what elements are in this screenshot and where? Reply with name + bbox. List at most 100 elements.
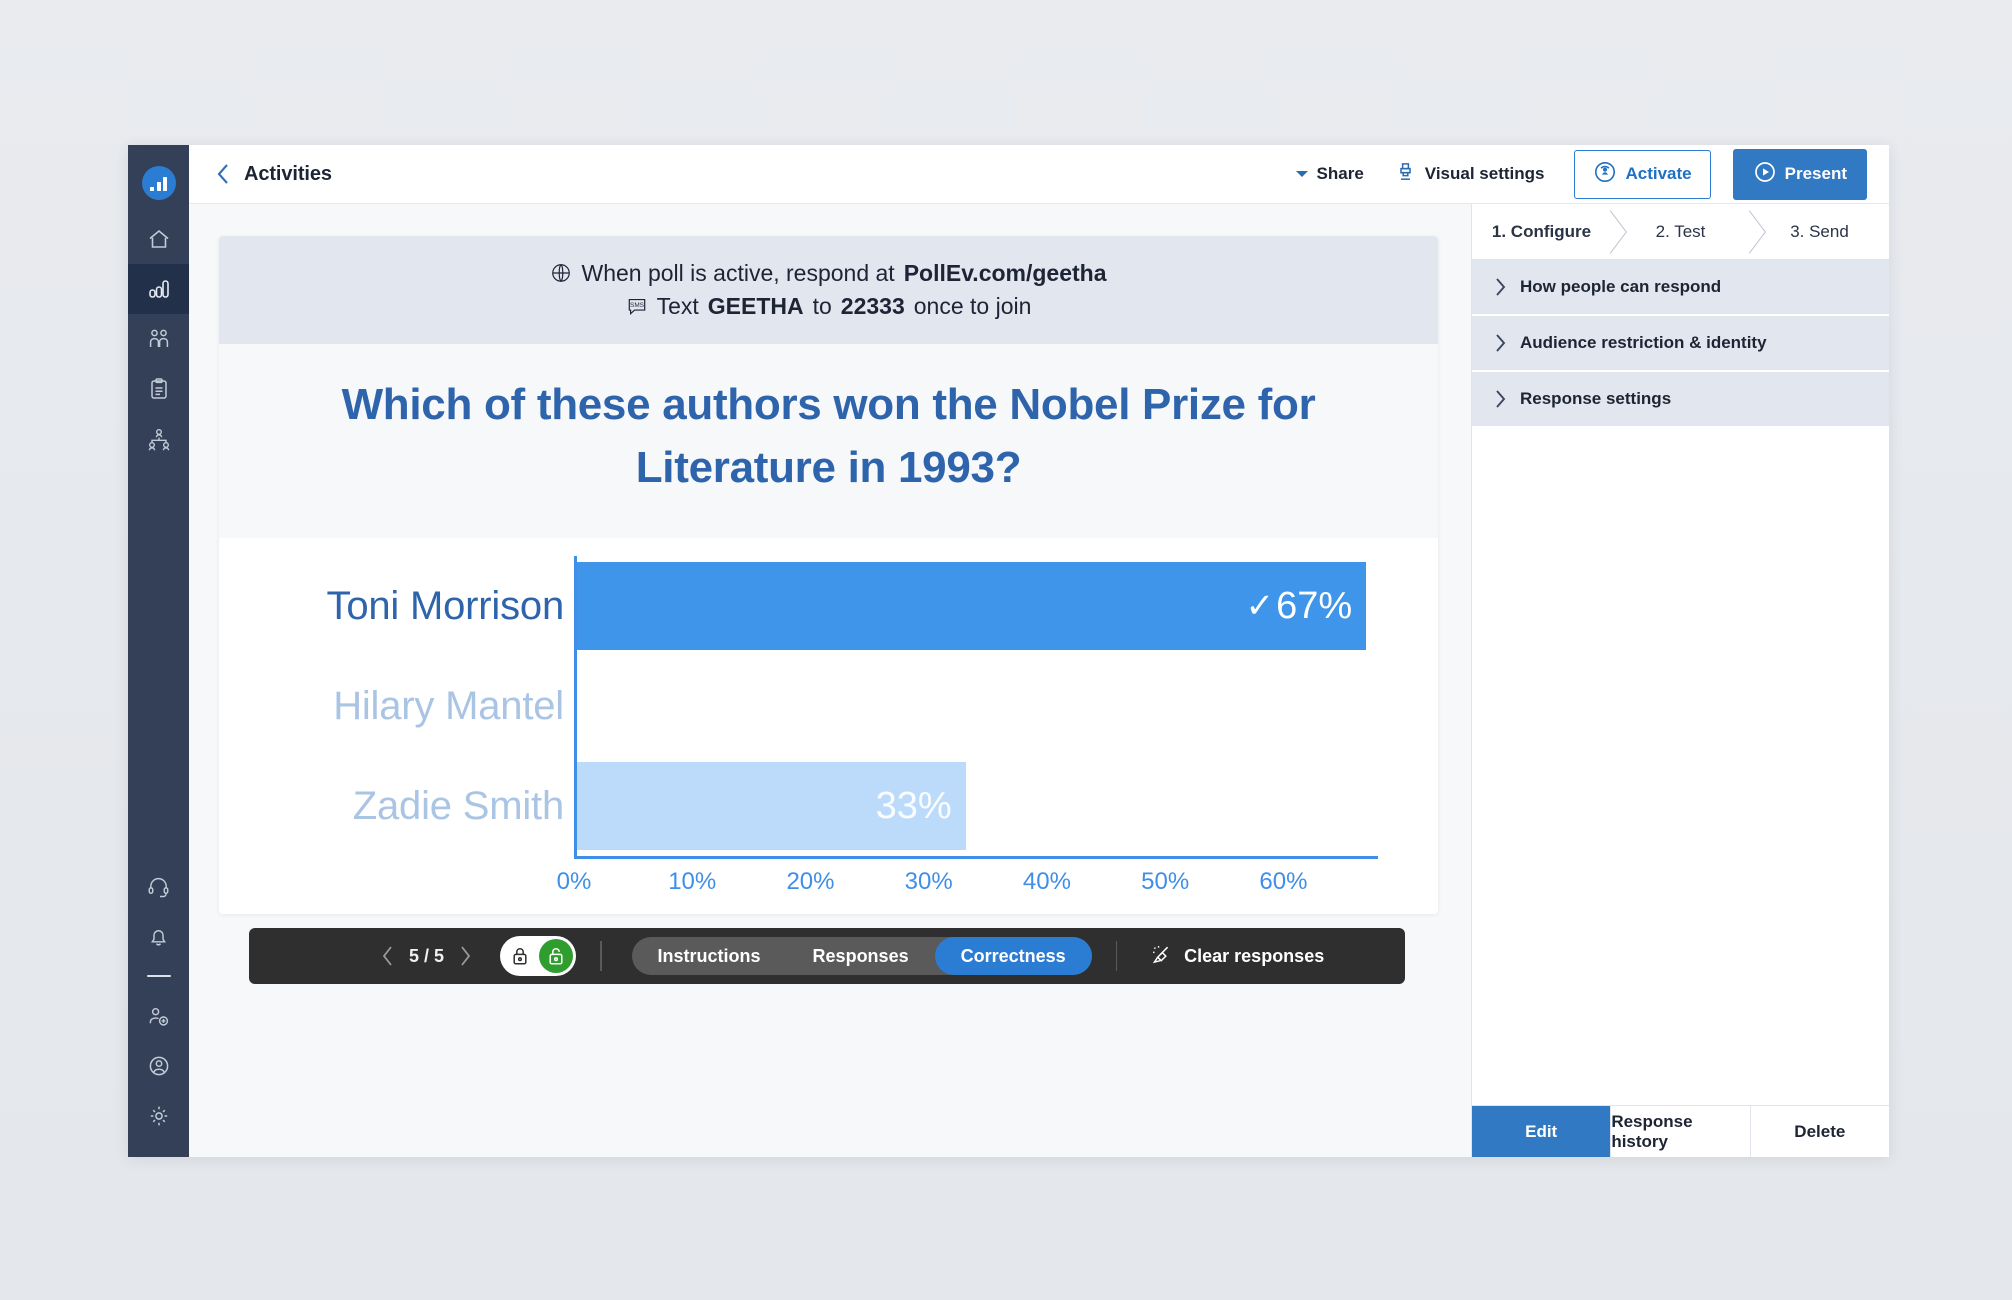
chart-category-label: Toni Morrison — [326, 583, 565, 628]
x-axis-tick-label: 40% — [1022, 868, 1071, 896]
view-mode-option[interactable]: Correctness — [934, 937, 1092, 976]
svg-text:SMS: SMS — [630, 302, 644, 309]
lock-closed-icon[interactable] — [503, 939, 537, 973]
chart-value-label: 67% — [1276, 584, 1353, 627]
panel-action-button[interactable]: Edit — [1472, 1106, 1612, 1157]
share-button[interactable]: Share — [1285, 158, 1374, 190]
main-area: Activities Share Visual settings Activat… — [189, 145, 1889, 1157]
accordion-section-header[interactable]: Audience restriction & identity — [1472, 316, 1889, 372]
activate-label: Activate — [1625, 164, 1692, 183]
chart-bar-row: ✓ 67% — [577, 556, 1378, 656]
clipboard-icon — [146, 376, 172, 402]
lock-open-icon[interactable] — [539, 939, 574, 974]
sidebar-item-activities[interactable] — [128, 264, 189, 314]
instruction-sms-mid: to — [812, 292, 832, 319]
people-icon — [146, 326, 172, 352]
sidebar-item-groups[interactable] — [128, 414, 189, 464]
rail-divider — [146, 975, 171, 977]
headset-icon — [146, 874, 171, 899]
panel-footer-actions: Edit Response history Delete — [1472, 1105, 1889, 1157]
question-band: Which of these authors won the Nobel Pri… — [219, 344, 1438, 539]
configuration-panel: 1. Configure 2. Test 3. Send How people ca… — [1471, 204, 1889, 1157]
prev-slide-button[interactable] — [381, 945, 395, 967]
visual-settings-label: Visual settings — [1424, 164, 1545, 183]
poll-toolbar: 5 / 5 Instructions Responses Correctness… — [249, 928, 1405, 985]
step-tab[interactable]: 2. Test — [1611, 204, 1750, 259]
chevron-left-icon[interactable] — [215, 162, 231, 186]
accordion-section-header[interactable]: How people can respond — [1472, 260, 1889, 316]
chart-bar-row: 33% — [577, 756, 1378, 856]
chevron-right-icon — [1494, 389, 1507, 409]
paintbrush-icon — [1394, 160, 1417, 189]
poll-toolbar-wrapper: 5 / 5 Instructions Responses Correctness… — [219, 914, 1438, 1006]
results-chart: Toni Morrison Hilary Mantel Zadie Smith ✓ 6… — [219, 538, 1438, 915]
view-mode-option[interactable]: Responses — [787, 937, 935, 975]
x-axis-tick-label: 0% — [556, 868, 592, 896]
share-label: Share — [1316, 164, 1364, 183]
play-circle-icon — [1753, 160, 1777, 189]
gear-icon — [146, 1103, 172, 1129]
globe-icon — [550, 262, 572, 284]
accordion-section-label: Audience restriction & identity — [1520, 333, 1767, 352]
present-button[interactable]: Present — [1732, 148, 1867, 200]
x-axis-tick-label: 10% — [668, 868, 717, 896]
sidebar-item-settings[interactable] — [128, 1091, 189, 1141]
slide-pager: 5 / 5 — [381, 945, 472, 967]
body-row: When poll is active, respond at PollEv.c… — [189, 204, 1889, 1157]
clear-responses-button[interactable]: Clear responses — [1149, 942, 1324, 971]
broadcast-icon — [1593, 160, 1617, 189]
category-labels: Toni Morrison Hilary Mantel Zadie Smith — [219, 556, 574, 856]
accordion-section-label: How people can respond — [1520, 277, 1722, 296]
x-axis-tick-label: 20% — [786, 868, 835, 896]
x-axis-tick-label: 60% — [1259, 868, 1308, 896]
question-text: Which of these authors won the Nobel Pri… — [341, 380, 1316, 493]
page-title: Activities — [244, 162, 332, 185]
plot-area: ✓ 67% 33% — [574, 556, 1378, 857]
step-tab[interactable]: 1. Configure — [1472, 204, 1611, 259]
sidebar-item-notifications[interactable] — [128, 911, 189, 961]
panel-action-button[interactable]: Response history — [1611, 1106, 1751, 1157]
bar-chart-logo-icon[interactable] — [141, 166, 176, 200]
sidebar-item-participants[interactable] — [128, 314, 189, 364]
toolbar-divider-2 — [1115, 941, 1118, 972]
poll-stage: When poll is active, respond at PollEv.c… — [189, 204, 1471, 1157]
instruction-web-prefix: When poll is active, respond at — [581, 260, 895, 286]
instruction-sms-suffix: once to join — [913, 292, 1032, 319]
panel-action-button[interactable]: Delete — [1750, 1106, 1889, 1157]
chart-category-label: Zadie Smith — [352, 783, 564, 828]
view-mode-segmented-control: Instructions Responses Correctness — [631, 937, 1092, 976]
response-lock-toggle[interactable] — [500, 936, 577, 977]
instruction-sms-prefix: Text — [656, 292, 699, 319]
sms-keyword: GEETHA — [707, 292, 804, 319]
sidebar-item-reports[interactable] — [128, 364, 189, 414]
chart-row: Zadie Smith — [219, 756, 574, 856]
view-mode-option[interactable]: Instructions — [632, 937, 787, 975]
activate-button[interactable]: Activate — [1574, 149, 1711, 199]
chart-bar: 33% — [577, 762, 966, 851]
sidebar-item-invite[interactable] — [128, 991, 189, 1041]
sidebar-item-support[interactable] — [128, 861, 189, 911]
broom-icon — [1149, 942, 1173, 971]
sms-shortcode: 22333 — [840, 292, 905, 319]
toolbar-divider — [600, 941, 602, 972]
chart-category-label: Hilary Mantel — [333, 683, 564, 728]
sidebar-item-account[interactable] — [128, 1041, 189, 1091]
settings-accordion: How people can respond Audience restricti… — [1472, 260, 1889, 428]
chart-row: Toni Morrison — [219, 556, 574, 656]
chart-row: Hilary Mantel — [219, 656, 574, 756]
step-tab[interactable]: 3. Send — [1750, 204, 1889, 259]
org-chart-icon — [146, 426, 172, 452]
next-slide-button[interactable] — [458, 945, 472, 967]
accordion-section-header[interactable]: Response settings — [1472, 372, 1889, 428]
add-user-icon — [146, 1004, 171, 1029]
breadcrumb[interactable]: Activities — [215, 162, 332, 186]
chevron-right-icon — [1494, 333, 1507, 353]
left-navigation-rail — [128, 145, 189, 1157]
present-label: Present — [1784, 164, 1847, 183]
avatar-icon — [146, 1053, 172, 1079]
x-axis-tick-label: 50% — [1141, 868, 1190, 896]
poll-card: When poll is active, respond at PollEv.c… — [219, 236, 1438, 915]
visual-settings-button[interactable]: Visual settings — [1384, 154, 1555, 195]
x-axis-tick-label: 30% — [904, 868, 953, 896]
sidebar-item-home[interactable] — [128, 214, 189, 264]
